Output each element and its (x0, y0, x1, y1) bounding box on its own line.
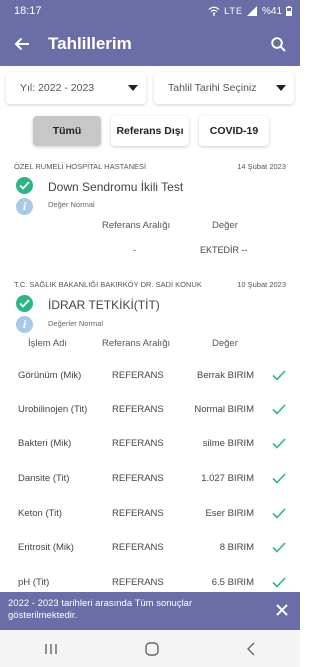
status-bar: 18:17 LTE %41 (0, 0, 300, 22)
reference-cell: - (133, 245, 136, 255)
reference-range: REFERANS (112, 438, 164, 449)
clock: 18:17 (14, 5, 42, 17)
result-header: ÖZEL RUMELİ HOSPİTAL HASTANESİ 14 Şubat … (14, 162, 286, 171)
test-value: 8 BIRIM (219, 542, 254, 553)
app-bar: Tahlillerim (0, 22, 300, 66)
test-title[interactable]: İDRAR TETKİKİ(TİT) (48, 298, 160, 312)
snackbar: 2022 - 2023 tarihleri arasında Tüm sonuç… (0, 592, 300, 630)
year-select[interactable]: Yıl: 2022 - 2023 (6, 72, 146, 104)
network-type: LTE (224, 6, 243, 16)
hospital-name: ÖZEL RUMELİ HOSPİTAL HASTANESİ (14, 162, 147, 171)
column-header-reference: Referans Aralığı (102, 220, 171, 231)
home-button[interactable] (144, 641, 160, 657)
table-row[interactable]: Dansite (Tit) REFERANS 1.027 BIRIM (0, 473, 300, 507)
caret-down-icon (128, 85, 138, 91)
checkmark-icon (272, 577, 286, 588)
test-value: 6.5 BIRIM (211, 577, 254, 588)
column-header-name: İşlem Adı (28, 338, 68, 349)
reference-range: REFERANS (112, 508, 164, 519)
tab-covid-19[interactable]: COVID-19 (199, 116, 269, 146)
test-name: Dansite (Tit) (18, 473, 70, 484)
result-date: 10 Şubat 2023 (237, 280, 286, 289)
back-nav-button[interactable] (245, 641, 257, 657)
filter-row: Yıl: 2022 - 2023 Tahlil Tarihi Seçiniz (6, 72, 294, 104)
battery-icon (286, 6, 292, 16)
filter-tabs: Tümü Referans Dışı COVID-19 (33, 116, 269, 146)
table-row[interactable]: Bakteri (Mik) REFERANS silme BIRIM (0, 438, 300, 472)
arrow-left-icon (14, 37, 29, 51)
column-header-value: Değer (212, 338, 238, 349)
search-icon (270, 36, 286, 52)
table-row[interactable]: Eritrosit (Mik) REFERANS 8 BIRIM (0, 542, 300, 576)
tab-out-of-reference[interactable]: Referans Dışı (111, 116, 189, 146)
hospital-name: T.C. SAĞLIK BAKANLIĞI BAKIRKÖY DR. SADİ … (14, 280, 202, 289)
value-cell: EKTEDİR -- (200, 245, 248, 255)
test-value: Berrak BIRIM (196, 370, 254, 381)
result-date: 14 Şubat 2023 (237, 162, 286, 171)
test-name: Görünüm (Mik) (18, 370, 82, 381)
page-title: Tahlillerim (48, 34, 132, 53)
date-select[interactable]: Tahlil Tarihi Seçiniz (154, 72, 294, 104)
search-button[interactable] (256, 22, 300, 66)
reference-range: REFERANS (112, 404, 164, 415)
test-value: Normal BIRIM (194, 404, 254, 415)
back-button[interactable] (0, 22, 44, 66)
checkmark-icon (272, 542, 286, 553)
test-name: Eritrosit (Mik) (18, 542, 74, 553)
test-name: pH (Tit) (18, 577, 50, 588)
checkmark-icon (272, 473, 286, 484)
status-indicators: LTE %41 (208, 6, 292, 17)
column-header-reference: Referans Aralığı (102, 338, 171, 349)
result-status: Değerler Normal (48, 319, 104, 328)
table-row[interactable]: Urobilinojen (Tit) REFERANS Normal BIRIM (0, 404, 300, 438)
snackbar-message: 2022 - 2023 tarihleri arasında Tüm sonuç… (8, 598, 193, 621)
column-header-value: Değer (212, 220, 238, 231)
result-status: Değer Normal (48, 200, 95, 209)
result-header: T.C. SAĞLIK BAKANLIĞI BAKIRKÖY DR. SADİ … (14, 280, 286, 289)
table-row[interactable]: Keton (Tit) REFERANS Eser BIRIM (0, 508, 300, 542)
test-value: Eser BIRIM (205, 508, 254, 519)
reference-range: REFERANS (112, 473, 164, 484)
year-select-value: Yıl: 2022 - 2023 (20, 82, 95, 94)
checkmark-icon (272, 370, 286, 381)
test-value: 1.027 BIRIM (201, 473, 254, 484)
checkmark-icon (272, 438, 286, 449)
close-icon[interactable] (274, 602, 290, 618)
date-select-placeholder: Tahlil Tarihi Seçiniz (168, 82, 257, 94)
signal-icon (246, 6, 257, 16)
test-title[interactable]: Down Sendromu İkili Test (48, 180, 183, 194)
check-circle-icon (16, 177, 33, 194)
table-row[interactable]: Görünüm (Mik) REFERANS Berrak BIRIM (0, 370, 300, 404)
caret-down-icon (276, 85, 286, 91)
test-value: silme BIRIM (202, 438, 254, 449)
wifi-icon (208, 6, 220, 16)
checkmark-icon (272, 508, 286, 519)
check-circle-icon (16, 295, 33, 312)
info-icon[interactable]: i (16, 198, 33, 215)
info-icon[interactable]: i (16, 316, 33, 333)
reference-range: REFERANS (112, 542, 164, 553)
checkmark-icon (272, 404, 286, 415)
test-name: Bakteri (Mik) (18, 438, 72, 449)
reference-range: REFERANS (112, 370, 164, 381)
test-name: Keton (Tit) (18, 508, 62, 519)
recent-apps-button[interactable] (43, 642, 59, 656)
reference-range: REFERANS (112, 577, 164, 588)
tab-all[interactable]: Tümü (33, 116, 101, 146)
battery-level: %41 (261, 5, 282, 17)
system-nav-bar (0, 630, 300, 667)
test-name: Urobilinojen (Tit) (18, 404, 88, 415)
